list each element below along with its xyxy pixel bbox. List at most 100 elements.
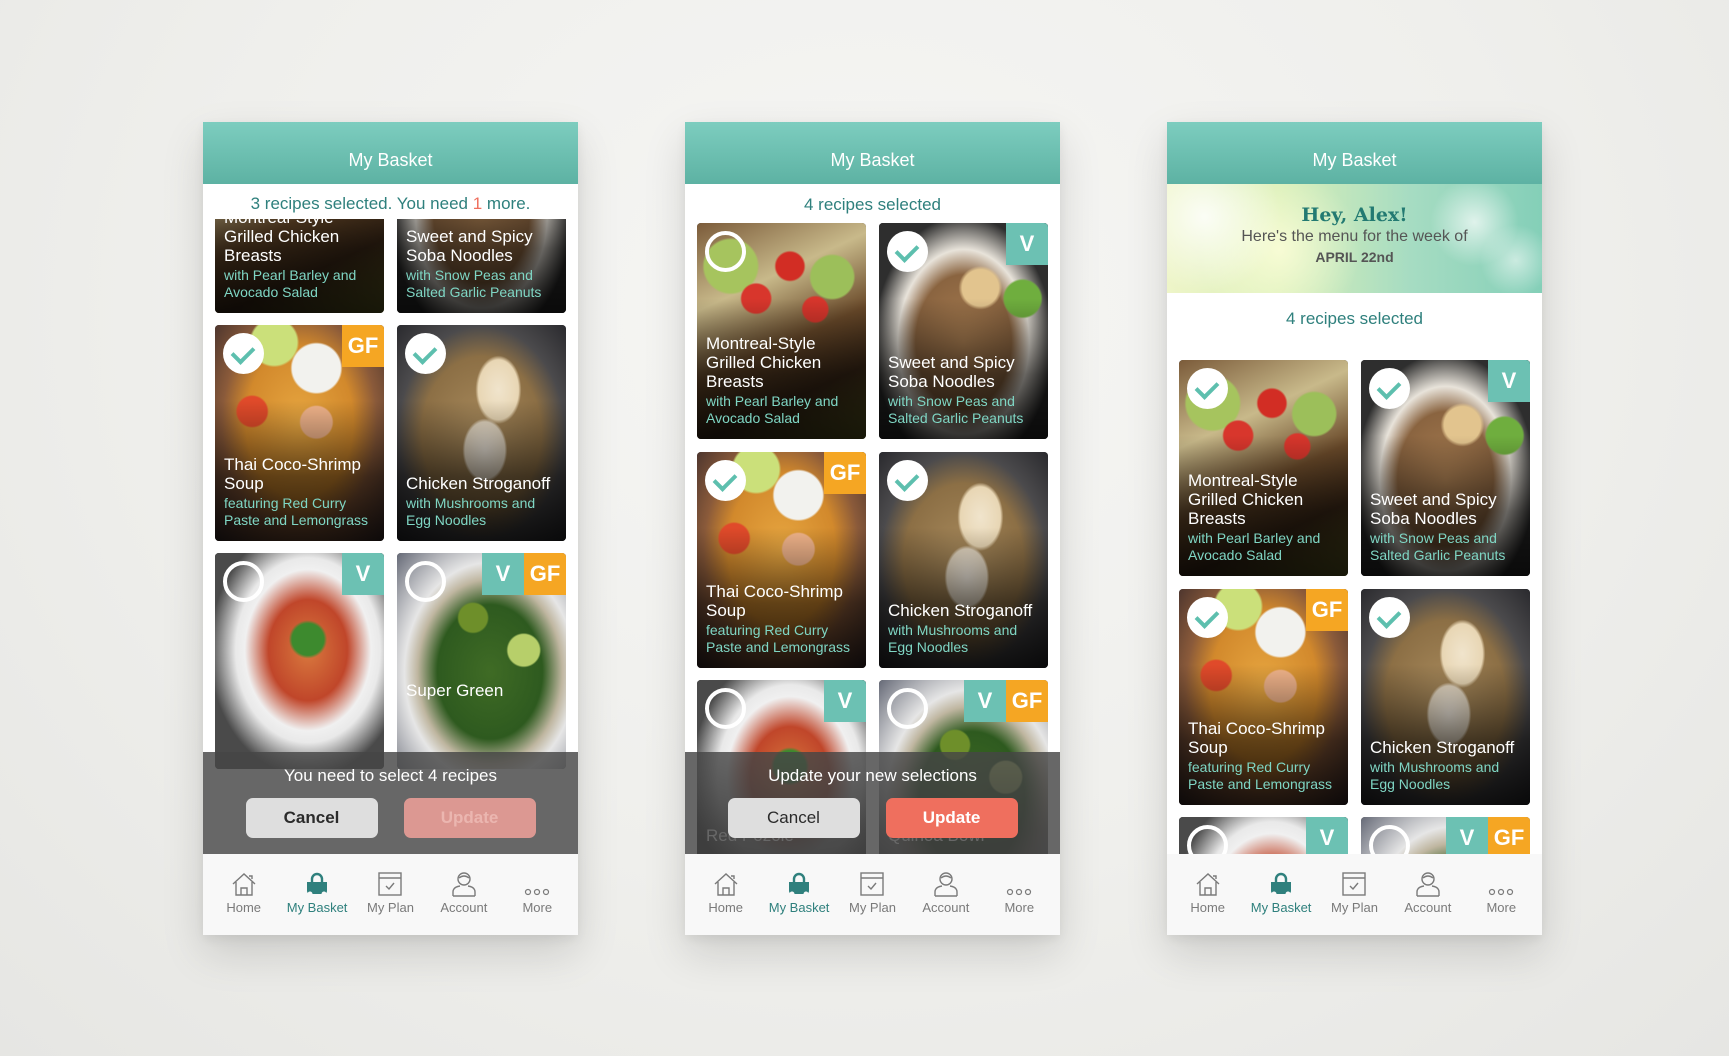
selected-check-icon[interactable] xyxy=(1369,597,1410,638)
recipe-name: Super Green xyxy=(406,681,504,700)
vegetarian-badge: V xyxy=(1006,223,1048,265)
recipe-description: with Snow Peas and Salted Garlic Peanuts xyxy=(1370,530,1506,563)
nav-label: My Plan xyxy=(1330,900,1378,915)
nav-item-my-basket[interactable]: My Basket xyxy=(764,867,834,915)
nav-label: More xyxy=(1486,900,1517,915)
recipe-name: Chicken Stroganoff xyxy=(888,601,1033,620)
selected-check-icon[interactable] xyxy=(1187,368,1228,409)
selected-check-icon[interactable] xyxy=(1187,597,1228,638)
recipe-card-thai[interactable]: GF Thai Coco-Shrimp Soup featuring Red Cu… xyxy=(697,452,866,668)
nav-item-account[interactable]: Account xyxy=(1393,867,1463,915)
nav-label: Home xyxy=(1190,900,1226,915)
recipe-name: Thai Coco-Shrimp Soup xyxy=(224,455,361,493)
recipe-card-stroganoff[interactable]: Chicken Stroganoff with Mushrooms and Egg… xyxy=(879,452,1048,668)
nav-item-my-plan[interactable]: My Plan xyxy=(1319,867,1389,915)
recipe-card-soba[interactable]: V Sweet and Spicy Soba Noodles with Snow … xyxy=(879,223,1048,439)
selected-check-icon[interactable] xyxy=(405,333,446,374)
selection-status: 4 recipes selected xyxy=(685,184,1060,222)
recipe-card-stroganoff[interactable]: Chicken Stroganoff with Mushrooms and Egg… xyxy=(397,325,566,541)
app-bar-title: My Basket xyxy=(203,122,578,184)
recipe-name: Thai Coco-Shrimp Soup xyxy=(706,582,843,620)
nav-item-home[interactable]: Home xyxy=(209,867,279,915)
vegetarian-badge: V xyxy=(1488,360,1530,402)
nav-label: My Basket xyxy=(1250,900,1312,915)
recipe-description: with Pearl Barley and Avocado Salad xyxy=(706,393,839,426)
selection-status: 3 recipes selected. You need 1 more. xyxy=(203,184,578,219)
selected-check-icon[interactable] xyxy=(887,460,928,501)
unselected-circle-icon[interactable] xyxy=(223,561,264,602)
selected-check-icon[interactable] xyxy=(1369,368,1410,409)
nav-item-account[interactable]: Account xyxy=(911,867,981,915)
recipe-description: featuring Red Curry Paste and Lemongrass xyxy=(224,495,368,528)
recipe-description: featuring Red Curry Paste and Lemongrass xyxy=(706,622,850,655)
update-button[interactable]: Update xyxy=(403,798,536,838)
vegetarian-badge: V xyxy=(1306,817,1348,859)
selection-status: 4 recipes selected xyxy=(1167,293,1542,353)
nav-label: My Plan xyxy=(366,900,414,915)
user-icon xyxy=(1393,867,1463,897)
nav-item-home[interactable]: Home xyxy=(1173,867,1243,915)
selection-prompt: You need to select 4 recipes Cancel Upda… xyxy=(203,752,578,854)
bottom-nav: Home My Basket My Plan Account More xyxy=(203,854,578,935)
menu-week-date: APRIL 22nd xyxy=(1315,249,1394,265)
nav-label: Account xyxy=(922,900,970,915)
greeting: Hey, Alex! xyxy=(1301,204,1408,226)
home-icon xyxy=(691,867,761,897)
update-button[interactable]: Update xyxy=(885,798,1018,838)
nav-item-more[interactable]: More xyxy=(502,867,572,915)
recipe-description: with Mushrooms and Egg Noodles xyxy=(888,622,1018,655)
recipe-card-pozole[interactable]: V xyxy=(215,553,384,769)
nav-item-account[interactable]: Account xyxy=(429,867,499,915)
unselected-circle-icon[interactable] xyxy=(887,688,928,729)
recipe-card-quinoa[interactable]: V GF Super Green xyxy=(397,553,566,769)
screen-need-more: My Basket 3 recipes selected. You need 1… xyxy=(203,122,578,935)
selected-check-icon[interactable] xyxy=(223,333,264,374)
basket-icon xyxy=(764,867,834,897)
recipe-description: with Snow Peas and Salted Garlic Peanuts xyxy=(888,393,1024,426)
vegetarian-badge: V xyxy=(342,553,384,595)
nav-item-my-plan[interactable]: My Plan xyxy=(837,867,907,915)
basket-icon xyxy=(282,867,352,897)
unselected-circle-icon[interactable] xyxy=(405,561,446,602)
recipe-description: featuring Red Curry Paste and Lemongrass xyxy=(1188,759,1332,792)
nav-label: My Basket xyxy=(768,900,830,915)
recipe-card-stroganoff[interactable]: Chicken Stroganoff with Mushrooms and Egg… xyxy=(1361,589,1530,805)
nav-item-home[interactable]: Home xyxy=(691,867,761,915)
recipe-description: with Pearl Barley and Avocado Salad xyxy=(1188,530,1321,563)
recipe-card-thai[interactable]: GF Thai Coco-Shrimp Soup featuring Red Cu… xyxy=(215,325,384,541)
nav-label: Account xyxy=(440,900,488,915)
nav-label: My Basket xyxy=(286,900,348,915)
recipe-description: with Mushrooms and Egg Noodles xyxy=(406,495,536,528)
gluten-free-badge: GF xyxy=(1006,680,1048,722)
recipe-name: Montreal-Style Grilled Chicken Breasts xyxy=(1188,471,1304,528)
selection-status-text: 3 recipes selected. You need xyxy=(250,194,473,213)
user-icon xyxy=(429,867,499,897)
selection-status-suffix: more. xyxy=(482,194,531,213)
recipe-name: Montreal-Style Grilled Chicken Breasts xyxy=(706,334,822,391)
more-dots-icon xyxy=(984,867,1054,897)
recipe-card-soba[interactable]: V Sweet and Spicy Soba Noodles with Snow … xyxy=(1361,360,1530,576)
calendar-check-icon xyxy=(355,867,425,897)
vegetarian-badge: V xyxy=(824,680,866,722)
unselected-circle-icon[interactable] xyxy=(705,231,746,272)
recipe-name: Sweet and Spicy Soba Noodles xyxy=(1370,490,1497,528)
nav-label: Home xyxy=(226,900,262,915)
update-prompt: Update your new selections Cancel Update xyxy=(685,752,1060,854)
nav-item-more[interactable]: More xyxy=(984,867,1054,915)
cancel-button[interactable]: Cancel xyxy=(727,798,860,838)
prompt-message: Update your new selections xyxy=(768,766,977,785)
selected-check-icon[interactable] xyxy=(705,460,746,501)
unselected-circle-icon[interactable] xyxy=(705,688,746,729)
nav-item-more[interactable]: More xyxy=(1466,867,1536,915)
recipe-card-chicken[interactable]: Montreal-Style Grilled Chicken Breastswi… xyxy=(1179,360,1348,576)
recipe-card-thai[interactable]: GF Thai Coco-Shrimp Soup featuring Red Cu… xyxy=(1179,589,1348,805)
recipe-description: with Snow Peas and Salted Garlic Peanuts xyxy=(406,267,542,300)
nav-item-my-plan[interactable]: My Plan xyxy=(355,867,425,915)
cancel-button[interactable]: Cancel xyxy=(245,798,378,838)
vegetarian-badge: V xyxy=(1446,817,1488,859)
nav-item-my-basket[interactable]: My Basket xyxy=(282,867,352,915)
nav-item-my-basket[interactable]: My Basket xyxy=(1246,867,1316,915)
more-dots-icon xyxy=(502,867,572,897)
selected-check-icon[interactable] xyxy=(887,231,928,272)
recipe-card-chicken[interactable]: Montreal-Style Grilled Chicken Breastswi… xyxy=(697,223,866,439)
